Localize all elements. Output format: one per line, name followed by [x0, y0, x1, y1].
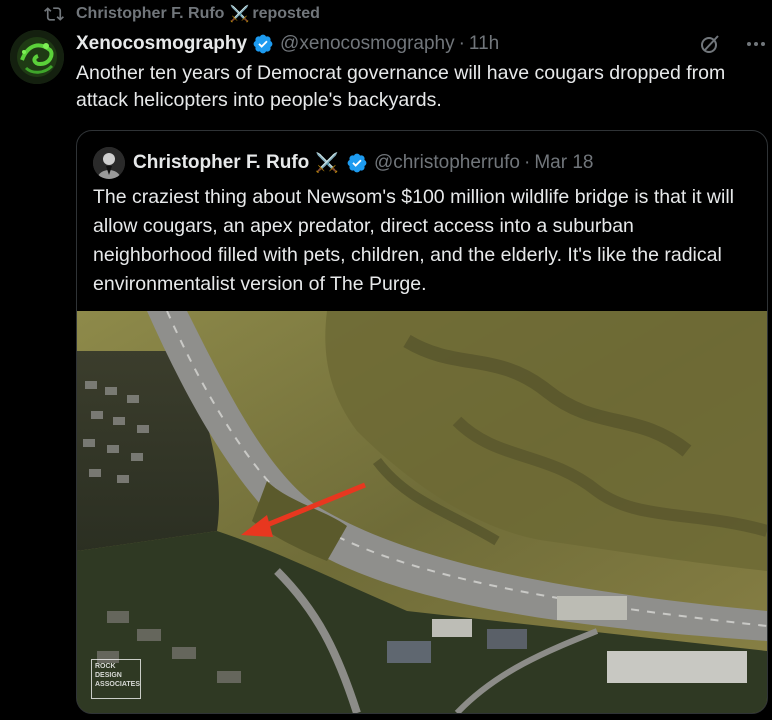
aerial-photo-wildlife-bridge[interactable]: ROCK DESIGN ASSOCIATES [77, 310, 767, 713]
quoted-author-display-name[interactable]: Christopher F. Rufo [133, 152, 309, 174]
tweet-text: Another ten years of Democrat governance… [76, 62, 726, 111]
quoted-tweet-header: Christopher F. Rufo ⚔️ @christopherrufo … [93, 147, 593, 179]
separator-dot: · [458, 33, 465, 54]
repost-user-name[interactable]: Christopher F. Rufo [76, 5, 224, 23]
aerial-photo-image [77, 310, 767, 713]
tweet-header: Xenocosmography @xenocosmography · 11h [76, 32, 762, 56]
quoted-tweet[interactable]: Christopher F. Rufo ⚔️ @christopherrufo … [76, 130, 768, 714]
author-avatar[interactable] [10, 30, 64, 84]
more-icon[interactable] [744, 32, 768, 56]
crossed-swords-emoji: ⚔️ [315, 153, 339, 174]
avatar-image [10, 30, 64, 84]
grok-icon[interactable] [698, 32, 722, 56]
quoted-tweet-timestamp[interactable]: Mar 18 [534, 152, 593, 174]
quoted-author-avatar[interactable] [93, 147, 125, 179]
tweet-timestamp[interactable]: 11h [469, 33, 499, 55]
tweet-actions [698, 32, 768, 56]
author-handle[interactable]: @xenocosmography [280, 33, 455, 55]
quoted-tweet-text: The craziest thing about Newsom's $100 m… [93, 186, 735, 295]
separator-dot: · [523, 152, 531, 173]
repost-icon [44, 7, 64, 21]
author-display-name[interactable]: Xenocosmography [76, 33, 247, 55]
crossed-swords-emoji: ⚔️ [229, 6, 250, 23]
quoted-author-handle[interactable]: @christopherrufo [374, 152, 520, 174]
quoted-avatar-image [93, 147, 125, 179]
verified-badge-icon[interactable] [252, 33, 274, 55]
image-watermark-logo: ROCK DESIGN ASSOCIATES [91, 659, 141, 699]
repost-label: reposted [252, 5, 320, 22]
repost-indicator[interactable]: Christopher F. Rufo ⚔️ reposted [44, 4, 320, 24]
verified-badge-icon[interactable] [346, 152, 368, 174]
